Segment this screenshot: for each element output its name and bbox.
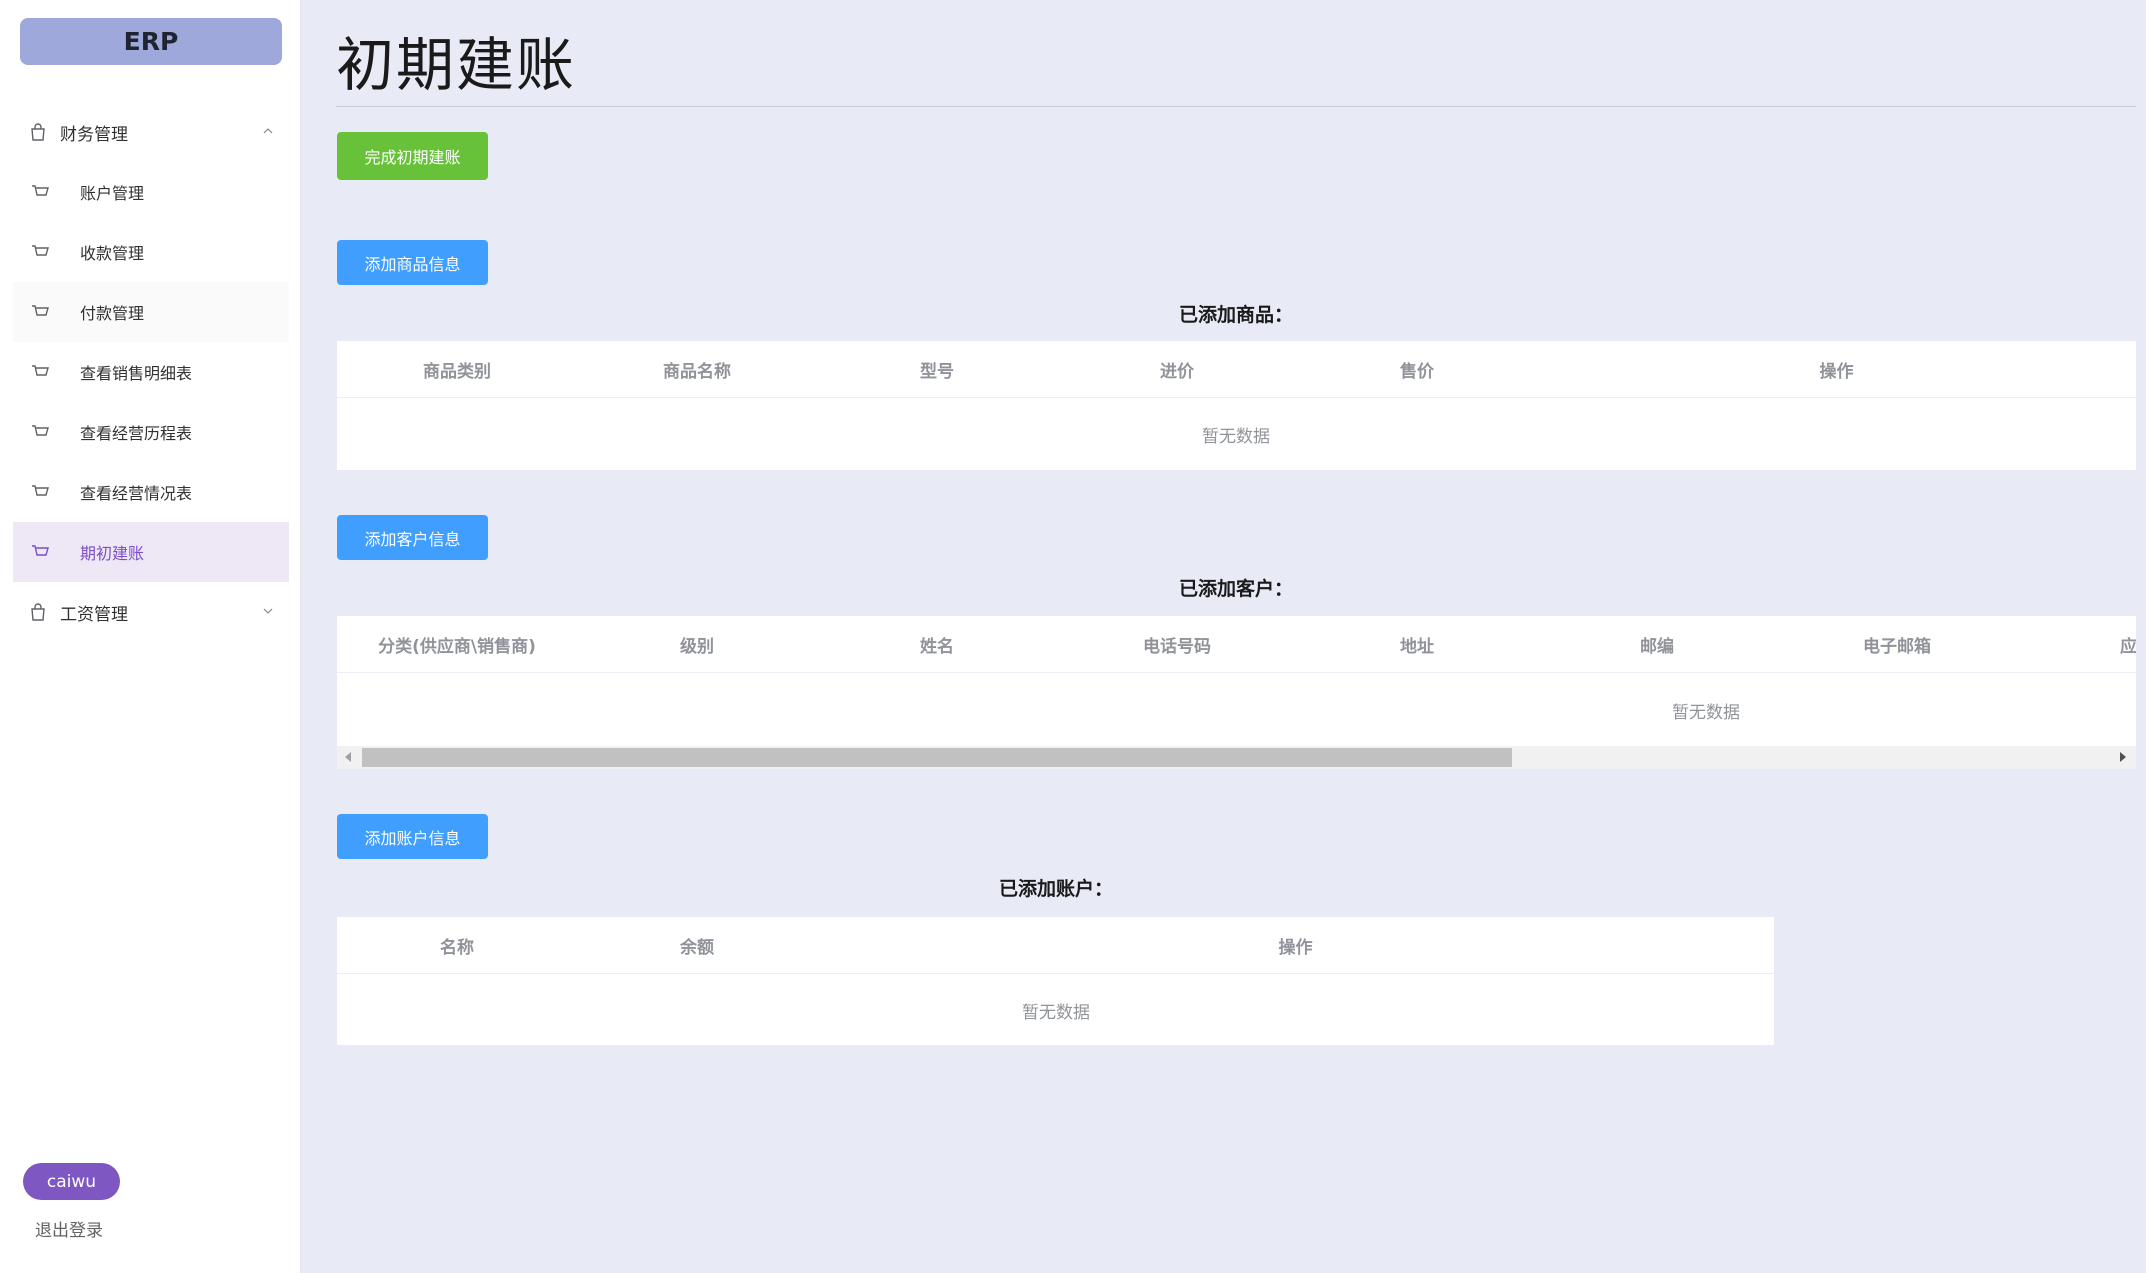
column-header[interactable]: 地址 [1297, 616, 1537, 673]
add-account-button[interactable]: 添加账户信息 [337, 814, 488, 859]
column-header[interactable]: 操作 [817, 917, 1774, 974]
cart-icon [32, 425, 49, 440]
user-badge[interactable]: caiwu [23, 1163, 120, 1200]
menu-group-salary-label: 工资管理 [60, 604, 128, 625]
chevron-down-icon [263, 608, 273, 614]
customers-table-header: 分类(供应商\销售商) 级别 姓名 电话号码 地址 邮编 电子邮箱 应收 [337, 616, 2136, 673]
scrollbar-thumb[interactable] [362, 748, 1512, 767]
sidebar-item-label: 查看销售明细表 [80, 364, 193, 383]
customers-section-label: 已添加客户： [1179, 578, 1294, 600]
sidebar-item-account[interactable]: 账户管理 [13, 162, 289, 222]
sidebar-item-initial-setup[interactable]: 期初建账 [13, 522, 289, 582]
column-header[interactable]: 邮编 [1537, 616, 1777, 673]
menu-group-finance[interactable]: 财务管理 [0, 102, 301, 162]
cart-icon [32, 365, 49, 380]
title-divider [336, 106, 2136, 107]
sidebar-item-payments[interactable]: 付款管理 [13, 282, 289, 342]
column-header[interactable]: 型号 [817, 341, 1057, 398]
column-header[interactable]: 售价 [1297, 341, 1537, 398]
column-header[interactable]: 应收 [2017, 616, 2136, 673]
goods-table: 商品类别 商品名称 型号 进价 售价 操作 暂无数据 [337, 341, 2136, 470]
sidebar-item-label: 查看经营历程表 [80, 424, 193, 443]
column-header[interactable]: 商品类别 [337, 341, 577, 398]
sidebar-item-sales-detail[interactable]: 查看销售明细表 [13, 342, 289, 402]
column-header[interactable]: 姓名 [817, 616, 1057, 673]
bag-icon [31, 603, 45, 621]
complete-setup-button[interactable]: 完成初期建账 [337, 132, 488, 180]
column-header[interactable]: 进价 [1057, 341, 1297, 398]
sidebar-item-operation-history[interactable]: 查看经营历程表 [13, 402, 289, 462]
add-goods-button[interactable]: 添加商品信息 [337, 240, 488, 285]
sidebar: ERP 财务管理 账户管理 收款管理 付款管理 查看销售明细表 查看经营历程表 [0, 0, 301, 1273]
column-header[interactable]: 分类(供应商\销售商) [337, 616, 577, 673]
column-header[interactable]: 电子邮箱 [1777, 616, 2017, 673]
sidebar-item-label: 付款管理 [80, 304, 145, 323]
column-header[interactable]: 商品名称 [577, 341, 817, 398]
menu-group-salary[interactable]: 工资管理 [0, 582, 301, 642]
goods-section-label: 已添加商品： [1179, 304, 1294, 326]
page-title: 初期建账 [336, 31, 577, 99]
accounts-section-label: 已添加账户： [999, 878, 1114, 900]
sidebar-item-label: 查看经营情况表 [80, 484, 193, 503]
horizontal-scrollbar[interactable] [337, 746, 2136, 769]
sidebar-item-operation-status[interactable]: 查看经营情况表 [13, 462, 289, 522]
chevron-up-icon [263, 128, 273, 134]
add-customer-button[interactable]: 添加客户信息 [337, 515, 488, 560]
sidebar-item-label: 期初建账 [80, 544, 145, 563]
sidebar-item-label: 账户管理 [80, 184, 145, 203]
empty-text: 暂无数据 [1672, 703, 1740, 723]
accounts-table: 名称 余额 操作 暂无数据 [337, 917, 1774, 1045]
scroll-right-icon[interactable] [2120, 752, 2126, 762]
column-header[interactable]: 电话号码 [1057, 616, 1297, 673]
scroll-left-icon[interactable] [345, 752, 351, 762]
cart-icon [32, 245, 49, 260]
column-header[interactable]: 名称 [337, 917, 577, 974]
menu-group-finance-label: 财务管理 [60, 124, 128, 145]
bag-icon [31, 123, 45, 141]
empty-text: 暂无数据 [1202, 427, 1270, 447]
cart-icon [32, 545, 49, 560]
main-content: 初期建账 完成初期建账 添加商品信息 已添加商品： 商品类别 商品名称 型号 进… [336, 0, 2136, 1273]
sidebar-menu: 财务管理 账户管理 收款管理 付款管理 查看销售明细表 查看经营历程表 查看经营… [0, 102, 301, 642]
app-logo[interactable]: ERP [20, 18, 282, 65]
column-header[interactable]: 级别 [577, 616, 817, 673]
accounts-table-header: 名称 余额 操作 [337, 917, 1774, 974]
cart-icon [32, 305, 49, 320]
column-header[interactable]: 余额 [577, 917, 817, 974]
goods-table-header: 商品类别 商品名称 型号 进价 售价 操作 [337, 341, 2136, 398]
column-header[interactable]: 操作 [1537, 341, 2136, 398]
empty-text: 暂无数据 [1022, 1003, 1090, 1023]
logout-link[interactable]: 退出登录 [35, 1216, 103, 1241]
cart-icon [32, 485, 49, 500]
customers-table: 分类(供应商\销售商) 级别 姓名 电话号码 地址 邮编 电子邮箱 应收 暂无数… [337, 616, 2136, 769]
sidebar-item-label: 收款管理 [80, 244, 145, 263]
sidebar-item-receipts[interactable]: 收款管理 [13, 222, 289, 282]
cart-icon [32, 185, 49, 200]
